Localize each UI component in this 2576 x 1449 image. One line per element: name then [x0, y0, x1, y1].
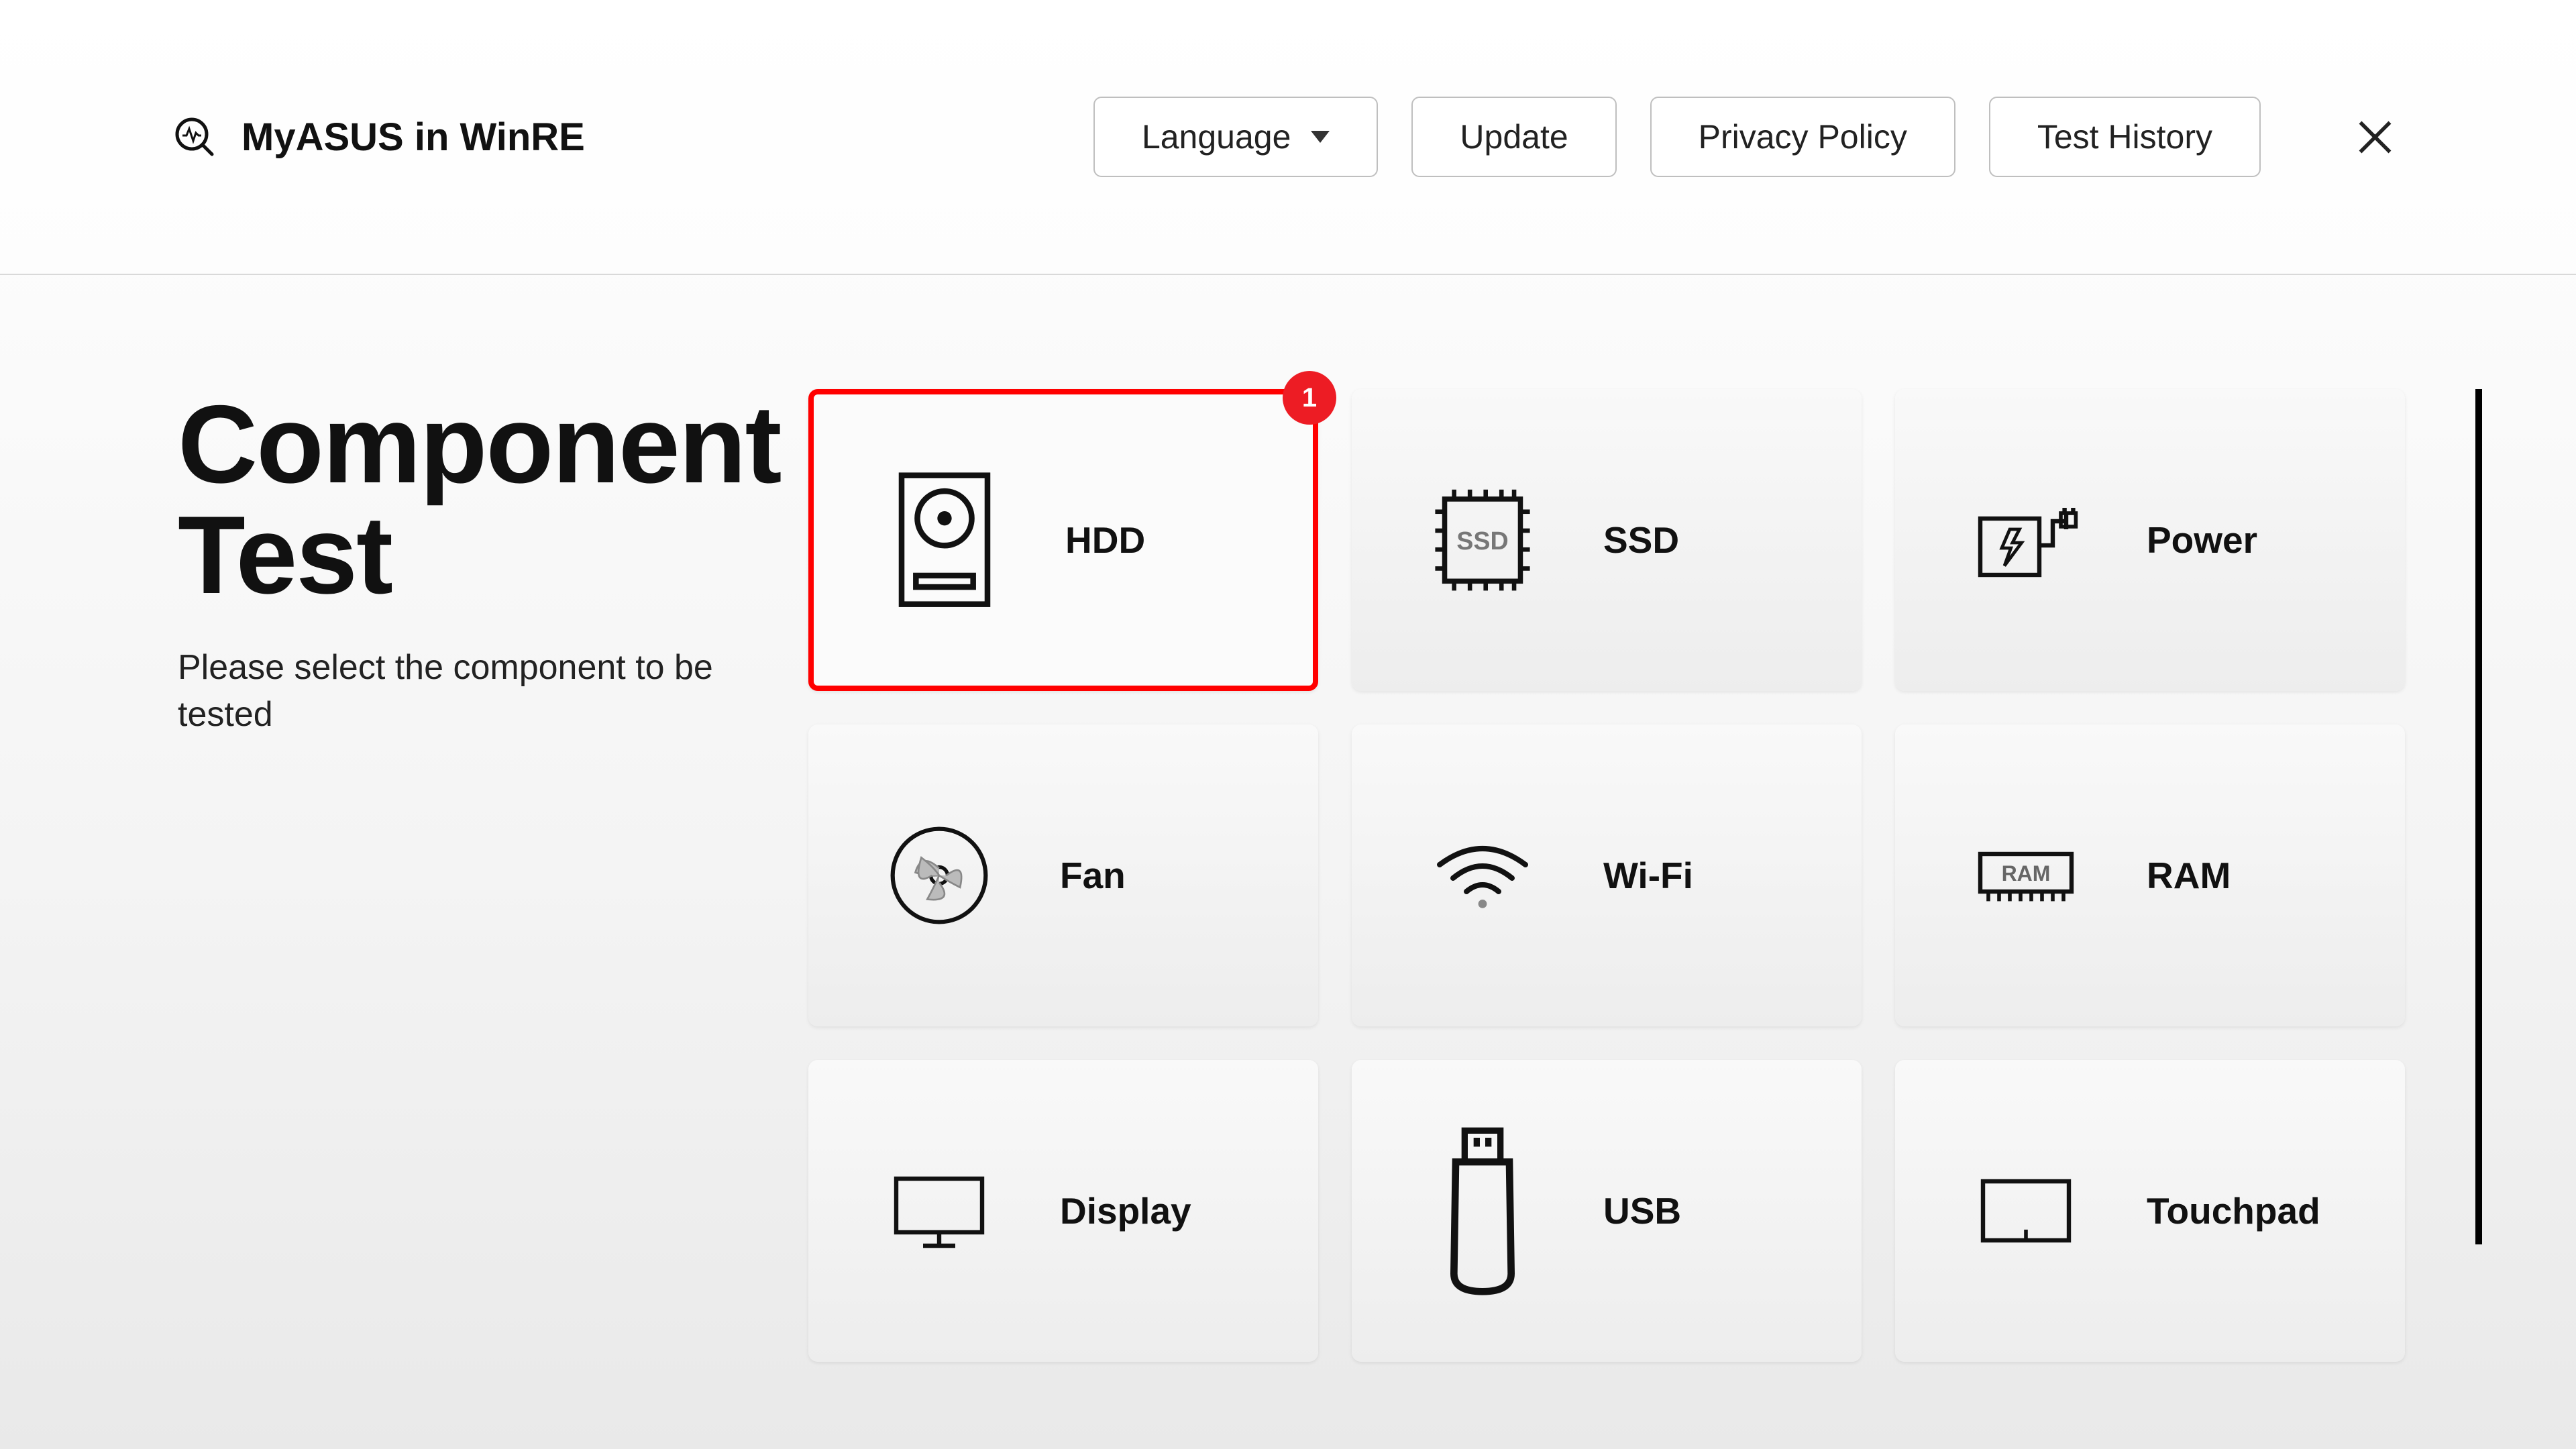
main-content: Component Test Please select the compone… — [0, 275, 2576, 1449]
display-icon — [885, 1144, 993, 1278]
card-ram-label: RAM — [2147, 854, 2231, 897]
card-hdd-label: HDD — [1065, 519, 1145, 561]
card-hdd[interactable]: 1 HDD — [808, 389, 1318, 691]
privacy-policy-label: Privacy Policy — [1699, 117, 1907, 156]
card-display-label: Display — [1060, 1189, 1191, 1232]
card-wifi-label: Wi-Fi — [1603, 854, 1693, 897]
close-button[interactable] — [2348, 110, 2402, 164]
language-label: Language — [1142, 117, 1291, 156]
privacy-policy-button[interactable]: Privacy Policy — [1650, 97, 1955, 177]
page-title-line1: Component — [178, 382, 781, 506]
component-grid-wrap: 1 HDD SSD — [808, 389, 2489, 1449]
card-ssd[interactable]: SSD SSD — [1352, 389, 1862, 691]
card-usb-label: USB — [1603, 1189, 1681, 1232]
header-bar: MyASUS in WinRE Language Update Privacy … — [0, 0, 2576, 275]
card-fan[interactable]: Fan — [808, 724, 1318, 1026]
ram-icon: RAM — [1972, 808, 2080, 943]
page-heading-block: Component Test Please select the compone… — [178, 389, 808, 1449]
touchpad-icon — [1972, 1144, 2080, 1278]
ssd-icon: SSD — [1429, 473, 1536, 607]
chevron-down-icon — [1311, 131, 1330, 143]
card-ram[interactable]: RAM RAM — [1895, 724, 2405, 1026]
card-fan-label: Fan — [1060, 854, 1126, 897]
page-title-line2: Test — [178, 493, 392, 616]
test-history-button[interactable]: Test History — [1989, 97, 2261, 177]
brand: MyASUS in WinRE — [174, 115, 585, 160]
card-power-label: Power — [2147, 519, 2257, 561]
ram-icon-text: RAM — [2002, 861, 2051, 885]
heartbeat-magnifier-icon — [174, 117, 215, 157]
close-icon — [2357, 119, 2394, 156]
app-title: MyASUS in WinRE — [241, 115, 585, 160]
scrollbar[interactable] — [2475, 389, 2482, 1244]
update-button[interactable]: Update — [1411, 97, 1616, 177]
usb-icon — [1429, 1144, 1536, 1278]
card-usb[interactable]: USB — [1352, 1060, 1862, 1362]
fan-icon — [885, 808, 993, 943]
card-touchpad-label: Touchpad — [2147, 1189, 2320, 1232]
card-power[interactable]: Power — [1895, 389, 2405, 691]
card-ssd-label: SSD — [1603, 519, 1679, 561]
ssd-icon-text: SSD — [1456, 527, 1508, 555]
header-actions: Language Update Privacy Policy Test Hist… — [1093, 97, 2402, 177]
update-label: Update — [1460, 117, 1568, 156]
page-title: Component Test — [178, 389, 808, 610]
card-wifi[interactable]: Wi-Fi — [1352, 724, 1862, 1026]
notification-badge: 1 — [1283, 371, 1336, 425]
wifi-icon — [1429, 808, 1536, 943]
hdd-icon — [891, 473, 998, 607]
page-subtitle: Please select the component to be tested — [178, 644, 808, 738]
card-touchpad[interactable]: Touchpad — [1895, 1060, 2405, 1362]
test-history-label: Test History — [2037, 117, 2212, 156]
language-dropdown[interactable]: Language — [1093, 97, 1378, 177]
power-icon — [1972, 473, 2080, 607]
component-grid: 1 HDD SSD — [808, 389, 2489, 1362]
card-display[interactable]: Display — [808, 1060, 1318, 1362]
